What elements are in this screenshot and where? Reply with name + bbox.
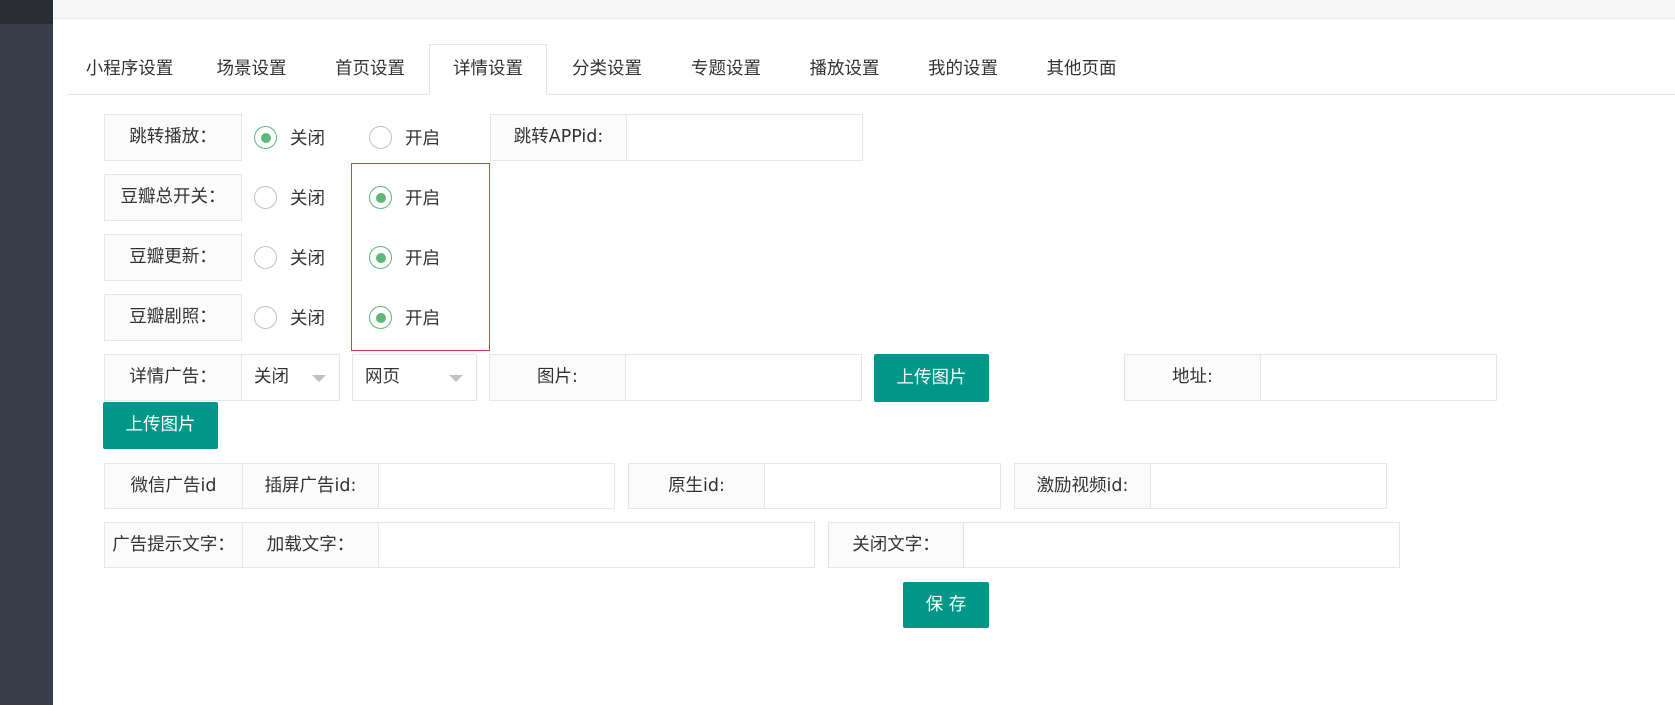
- tab-playback-settings[interactable]: 播放设置: [785, 44, 904, 95]
- jump-play-radio-on[interactable]: 开启: [369, 114, 440, 161]
- radio-circle-icon: [254, 246, 277, 269]
- loading-text-input[interactable]: [378, 522, 815, 568]
- radio-circle-icon: [254, 306, 277, 329]
- tab-miniprogram-settings[interactable]: 小程序设置: [67, 44, 192, 95]
- sidebar-header: [0, 0, 53, 24]
- upload-image-button[interactable]: 上传图片: [874, 354, 989, 402]
- radio-circle-icon: [369, 186, 392, 209]
- douban-update-radio-off[interactable]: 关闭: [254, 234, 325, 281]
- rewarded-video-id-input[interactable]: [1150, 463, 1387, 509]
- jump-play-label: 跳转播放：: [104, 114, 242, 161]
- radio-label: 关闭: [290, 129, 325, 149]
- tab-topic-settings[interactable]: 专题设置: [667, 44, 785, 95]
- save-button[interactable]: 保 存: [903, 582, 989, 628]
- address-input[interactable]: [1260, 354, 1497, 401]
- interstitial-ad-id-input[interactable]: [378, 463, 615, 509]
- ad-hint-text-label: 广告提示文字：: [104, 522, 243, 568]
- douban-master-label: 豆瓣总开关：: [104, 174, 242, 221]
- radio-circle-icon: [254, 126, 277, 149]
- tab-category-settings[interactable]: 分类设置: [547, 44, 667, 95]
- wechat-ad-id-label: 微信广告id: [104, 463, 243, 509]
- douban-update-radio-on[interactable]: 开启: [369, 234, 440, 281]
- sidebar: [0, 0, 53, 705]
- radio-label: 关闭: [290, 189, 325, 209]
- radio-circle-icon: [369, 126, 392, 149]
- douban-stills-radio-off[interactable]: 关闭: [254, 294, 325, 341]
- caret-down-icon: [449, 375, 463, 382]
- tab-home-settings[interactable]: 首页设置: [311, 44, 429, 95]
- radio-circle-icon: [369, 246, 392, 269]
- native-ad-id-input[interactable]: [764, 463, 1001, 509]
- detail-ad-type-select[interactable]: 网页: [352, 354, 477, 401]
- interstitial-ad-id-label: 插屏广告id:: [242, 463, 379, 509]
- close-text-label: 关闭文字：: [828, 522, 964, 568]
- jump-appid-input[interactable]: [626, 114, 863, 161]
- douban-update-label: 豆瓣更新：: [104, 234, 242, 281]
- douban-stills-label: 豆瓣剧照：: [104, 294, 242, 341]
- tab-my-settings[interactable]: 我的设置: [904, 44, 1022, 95]
- jump-appid-label: 跳转APPid:: [490, 114, 627, 161]
- radio-label: 开启: [405, 309, 440, 329]
- select-value: 关闭: [254, 367, 289, 387]
- radio-circle-icon: [369, 306, 392, 329]
- detail-ad-status-select[interactable]: 关闭: [241, 354, 340, 401]
- upload-image-button-2[interactable]: 上传图片: [103, 402, 218, 449]
- loading-text-label: 加载文字：: [242, 522, 379, 568]
- native-ad-id-label: 原生id:: [628, 463, 765, 509]
- radio-label: 开启: [405, 129, 440, 149]
- douban-master-radio-on[interactable]: 开启: [369, 174, 440, 221]
- close-text-input[interactable]: [963, 522, 1400, 568]
- tab-other-pages[interactable]: 其他页面: [1022, 44, 1141, 95]
- jump-play-radio-off[interactable]: 关闭: [254, 114, 325, 161]
- radio-label: 开启: [405, 189, 440, 209]
- image-input[interactable]: [625, 354, 862, 401]
- radio-label: 关闭: [290, 309, 325, 329]
- radio-circle-icon: [254, 186, 277, 209]
- douban-stills-radio-on[interactable]: 开启: [369, 294, 440, 341]
- top-bar: [53, 0, 1675, 19]
- select-value: 网页: [365, 367, 400, 387]
- radio-label: 开启: [405, 249, 440, 269]
- address-label: 地址:: [1124, 354, 1261, 401]
- tab-scene-settings[interactable]: 场景设置: [192, 44, 311, 95]
- image-label: 图片:: [489, 354, 626, 401]
- douban-master-radio-off[interactable]: 关闭: [254, 174, 325, 221]
- tab-bar: 小程序设置 场景设置 首页设置 详情设置 分类设置 专题设置 播放设置 我的设置…: [67, 44, 1675, 95]
- tab-detail-settings[interactable]: 详情设置: [429, 44, 547, 95]
- rewarded-video-id-label: 激励视频id:: [1014, 463, 1151, 509]
- caret-down-icon: [312, 375, 326, 382]
- radio-label: 关闭: [290, 249, 325, 269]
- detail-ad-label: 详情广告：: [104, 354, 242, 401]
